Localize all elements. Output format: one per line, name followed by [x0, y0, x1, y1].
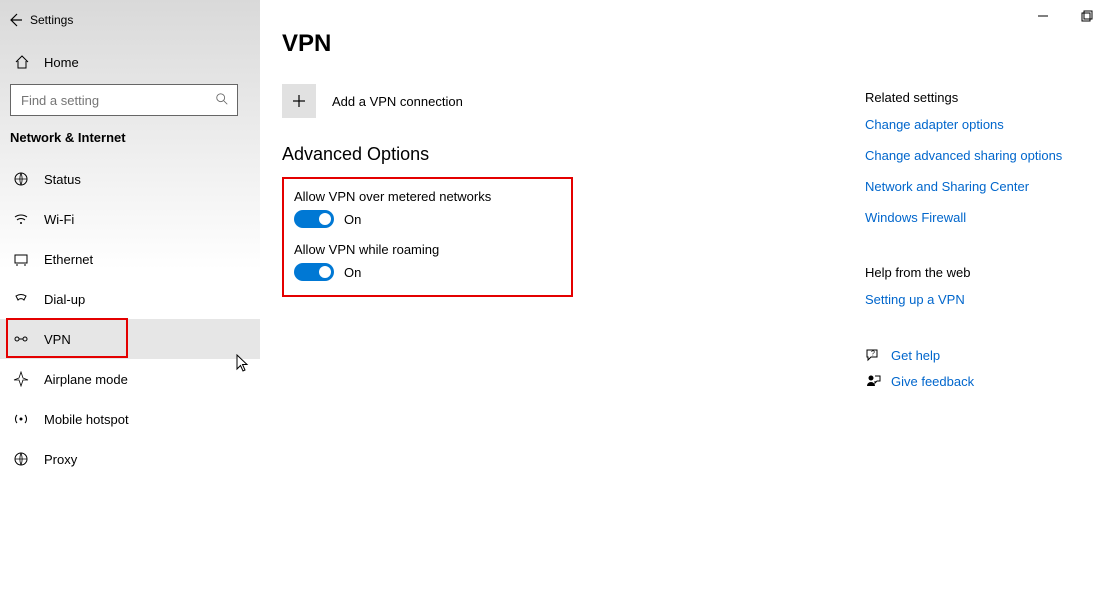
proxy-icon	[12, 451, 30, 467]
window-title: Settings	[30, 13, 73, 27]
main-left: VPN Add a VPN connection Advanced Option…	[282, 30, 865, 598]
sidebar-item-label: Ethernet	[44, 252, 93, 267]
link-adapter-options[interactable]: Change adapter options	[865, 117, 1085, 132]
link-windows-firewall[interactable]: Windows Firewall	[865, 210, 1085, 225]
advanced-options-header: Advanced Options	[282, 144, 865, 165]
sidebar-item-label: VPN	[44, 332, 71, 347]
settings-window: Settings Home Network & Internet Status	[0, 0, 1107, 598]
help-from-web-header: Help from the web	[865, 265, 1085, 280]
ethernet-icon	[12, 251, 30, 267]
airplane-icon	[12, 371, 30, 387]
link-setting-up-vpn[interactable]: Setting up a VPN	[865, 292, 1085, 307]
sidebar-item-airplane[interactable]: Airplane mode	[0, 359, 260, 399]
sidebar-item-label: Airplane mode	[44, 372, 128, 387]
related-settings-header: Related settings	[865, 90, 1085, 105]
toggle-metered: Allow VPN over metered networks On	[294, 189, 491, 228]
sidebar-item-wifi[interactable]: Wi-Fi	[0, 199, 260, 239]
header-row: Settings	[0, 6, 260, 34]
status-icon	[12, 171, 30, 187]
link-get-help[interactable]: Get help	[891, 348, 940, 363]
add-vpn-row[interactable]: Add a VPN connection	[282, 84, 865, 118]
sidebar-item-label: Wi-Fi	[44, 212, 74, 227]
sidebar-section-header: Network & Internet	[0, 126, 260, 159]
sidebar-home[interactable]: Home	[0, 46, 260, 78]
back-button[interactable]	[0, 12, 30, 28]
sidebar-item-label: Mobile hotspot	[44, 412, 129, 427]
toggle-roaming: Allow VPN while roaming On	[294, 242, 491, 281]
toggle-label: Allow VPN while roaming	[294, 242, 491, 257]
search-icon	[215, 92, 229, 106]
vpn-icon	[12, 331, 30, 347]
toggle-label: Allow VPN over metered networks	[294, 189, 491, 204]
sidebar-home-label: Home	[44, 55, 79, 70]
toggle-state: On	[344, 265, 361, 280]
home-icon	[12, 54, 32, 70]
sidebar-item-label: Status	[44, 172, 81, 187]
sidebar-item-proxy[interactable]: Proxy	[0, 439, 260, 479]
plus-icon	[282, 84, 316, 118]
sidebar-item-label: Proxy	[44, 452, 77, 467]
help-icon: ?	[865, 347, 881, 363]
toggle-state: On	[344, 212, 361, 227]
search-input[interactable]	[19, 92, 229, 109]
related-panel: Related settings Change adapter options …	[865, 30, 1085, 598]
sidebar-item-vpn[interactable]: VPN	[0, 319, 260, 359]
feedback-icon	[865, 373, 881, 389]
annotation-highlight-box: Allow VPN over metered networks On Allow…	[282, 177, 573, 297]
sidebar-item-ethernet[interactable]: Ethernet	[0, 239, 260, 279]
toggle-switch[interactable]	[294, 210, 334, 228]
search-box[interactable]	[10, 84, 238, 116]
main-content: VPN Add a VPN connection Advanced Option…	[260, 0, 1107, 598]
sidebar: Settings Home Network & Internet Status	[0, 0, 260, 598]
sidebar-item-status[interactable]: Status	[0, 159, 260, 199]
sidebar-item-dialup[interactable]: Dial-up	[0, 279, 260, 319]
sidebar-item-hotspot[interactable]: Mobile hotspot	[0, 399, 260, 439]
link-network-sharing-center[interactable]: Network and Sharing Center	[865, 179, 1085, 194]
get-help-row[interactable]: ? Get help	[865, 347, 1085, 363]
sidebar-item-label: Dial-up	[44, 292, 85, 307]
hotspot-icon	[12, 411, 30, 427]
link-advanced-sharing[interactable]: Change advanced sharing options	[865, 148, 1085, 163]
page-title: VPN	[282, 30, 865, 58]
search-row	[0, 78, 260, 126]
add-vpn-label: Add a VPN connection	[332, 94, 463, 109]
give-feedback-row[interactable]: Give feedback	[865, 373, 1085, 389]
toggle-switch[interactable]	[294, 263, 334, 281]
dialup-icon	[12, 291, 30, 307]
link-give-feedback[interactable]: Give feedback	[891, 374, 974, 389]
svg-text:?: ?	[871, 351, 875, 358]
wifi-icon	[12, 211, 30, 227]
